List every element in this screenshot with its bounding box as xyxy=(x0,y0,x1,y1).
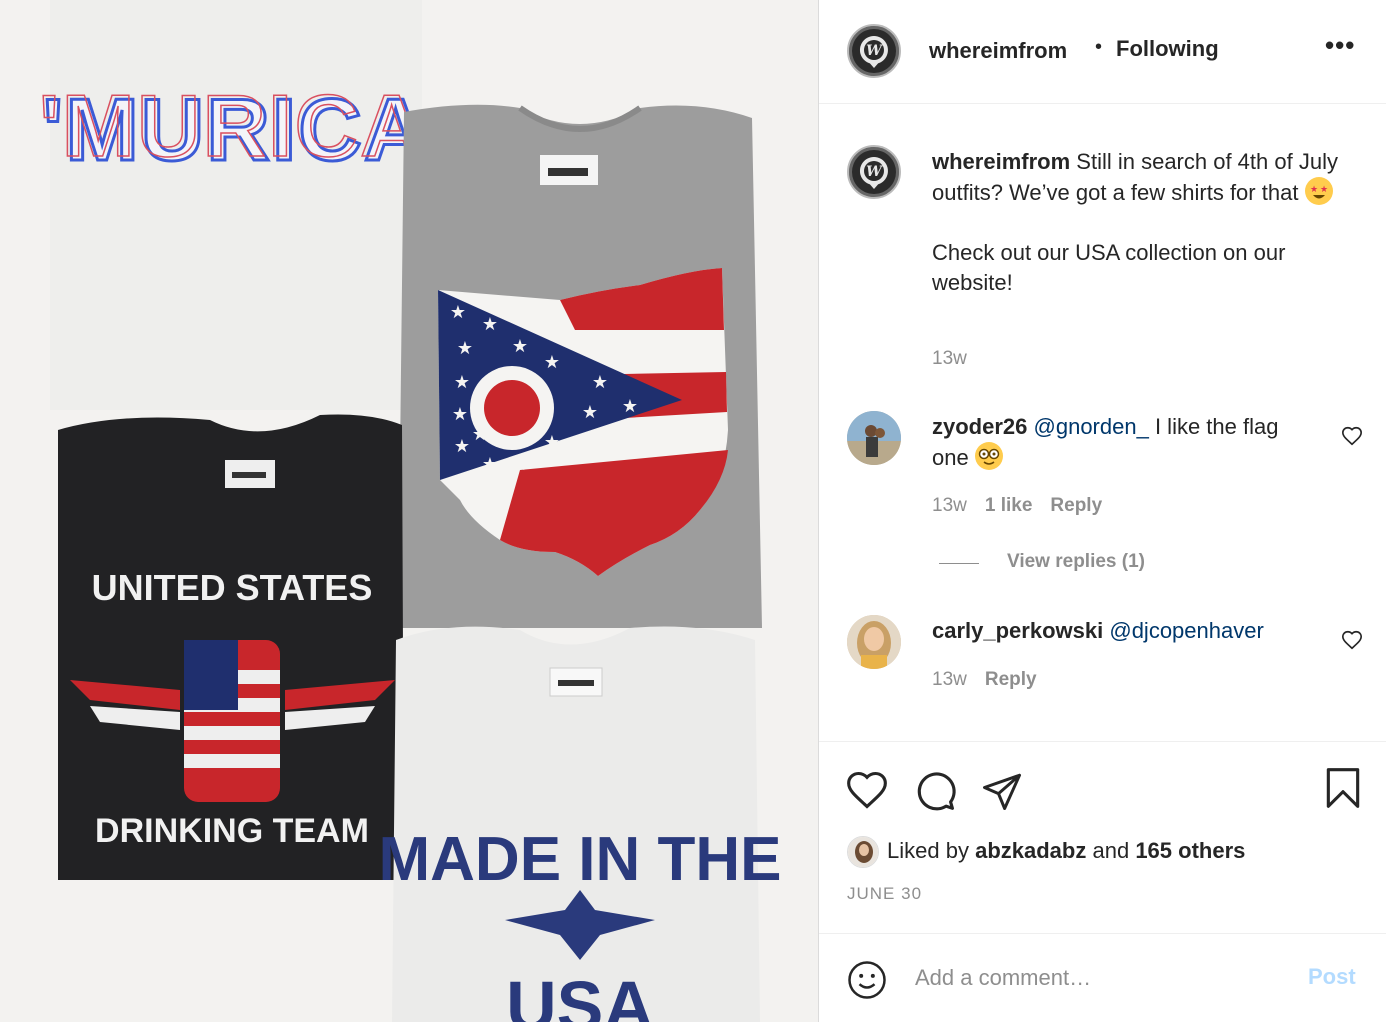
caption-time[interactable]: 13w xyxy=(932,348,967,370)
like-comment-heart-icon[interactable] xyxy=(1341,425,1363,447)
whereimfrom-logo-icon: W xyxy=(859,157,888,189)
comment-text: carly_perkowski @djcopenhaver xyxy=(932,616,1312,646)
likes-count-link[interactable]: 165 others xyxy=(1135,838,1245,863)
svg-text:★: ★ xyxy=(1310,185,1318,195)
caption-avatar[interactable]: W xyxy=(847,145,901,199)
comment-mention[interactable]: @gnorden_ xyxy=(1034,414,1149,439)
post-details-panel: W whereimfrom • Following ••• W whereimf… xyxy=(818,0,1386,1022)
commenter-avatar[interactable] xyxy=(847,615,901,669)
drinking-team-bottom-text: DRINKING TEAM xyxy=(95,812,369,850)
post-header: W whereimfrom • Following ••• xyxy=(819,0,1386,104)
svg-text:W: W xyxy=(866,43,883,59)
svg-text:★: ★ xyxy=(1320,185,1328,195)
svg-text:★: ★ xyxy=(544,432,560,453)
caption-text-line2: Check out our USA collection on our webs… xyxy=(932,240,1286,295)
caption-username[interactable]: whereimfrom xyxy=(932,149,1070,174)
svg-text:★: ★ xyxy=(592,372,608,393)
made-in-usa-text: MADE IN THE xyxy=(379,825,782,894)
user-photo-icon xyxy=(848,837,878,867)
comment-meta: 13w 1 like Reply xyxy=(932,495,1102,517)
add-comment-bar: Post xyxy=(819,933,1386,1022)
svg-text:★: ★ xyxy=(567,436,583,457)
comment-username[interactable]: carly_perkowski xyxy=(932,618,1103,643)
whereimfrom-logo-icon: W xyxy=(859,36,888,68)
svg-text:★: ★ xyxy=(472,424,488,445)
emoji-picker-icon[interactable] xyxy=(847,960,887,1000)
svg-text:★: ★ xyxy=(450,302,466,323)
like-comment-heart-icon[interactable] xyxy=(1341,629,1363,651)
nerd-face-emoji-icon xyxy=(974,442,1003,470)
svg-text:★: ★ xyxy=(512,336,528,357)
murica-shirt-text-shadow: 'MURICA xyxy=(39,76,426,175)
liker-avatar[interactable] xyxy=(847,836,879,868)
svg-text:★: ★ xyxy=(457,338,473,359)
svg-text:W: W xyxy=(866,164,883,180)
reply-button[interactable]: Reply xyxy=(1050,495,1102,516)
save-bookmark-icon[interactable] xyxy=(1321,766,1365,810)
svg-text:★: ★ xyxy=(454,436,470,457)
user-photo-icon xyxy=(847,615,901,669)
post-actions: Liked by abzkadabz and 165 others JUNE 3… xyxy=(819,741,1386,933)
comment-text: zyoder26 @gnorden_ I like the flag one xyxy=(932,412,1312,473)
comment-likes[interactable]: 1 like xyxy=(985,495,1033,516)
view-replies-divider xyxy=(939,563,979,564)
svg-text:★: ★ xyxy=(454,372,470,393)
comments-section[interactable]: W whereimfrom Still in search of 4th of … xyxy=(819,105,1386,741)
like-heart-icon[interactable] xyxy=(845,768,889,812)
murica-shirt xyxy=(50,0,422,410)
header-separator: • xyxy=(1095,36,1103,58)
post-comment-button[interactable]: Post xyxy=(1308,964,1356,990)
comment-input[interactable] xyxy=(915,956,1275,1000)
comment-bubble-icon[interactable] xyxy=(913,768,957,812)
liked-by-summary: Liked by abzkadabz and 165 others xyxy=(887,838,1245,864)
svg-text:★: ★ xyxy=(582,402,598,423)
comment-mention[interactable]: @djcopenhaver xyxy=(1109,618,1263,643)
svg-text:★: ★ xyxy=(452,404,468,425)
liked-by-and: and xyxy=(1092,838,1130,863)
comment-meta: 13w Reply xyxy=(932,669,1037,691)
commenter-avatar[interactable] xyxy=(847,411,901,465)
post-date[interactable]: JUNE 30 xyxy=(847,884,922,904)
svg-text:★: ★ xyxy=(512,454,528,475)
svg-text:★: ★ xyxy=(482,454,498,475)
svg-text:★: ★ xyxy=(542,314,558,335)
comment-time[interactable]: 13w xyxy=(932,495,967,516)
user-photo-icon xyxy=(847,411,901,465)
header-username[interactable]: whereimfrom xyxy=(929,38,1067,64)
comment-username[interactable]: zyoder26 xyxy=(932,414,1027,439)
svg-text:★: ★ xyxy=(622,396,638,417)
reply-button[interactable]: Reply xyxy=(985,669,1037,690)
usa-text: USA xyxy=(506,967,654,1022)
account-avatar[interactable]: W xyxy=(847,24,901,78)
star-struck-emoji-icon: ★ ★ xyxy=(1304,177,1333,205)
comment-time[interactable]: 13w xyxy=(932,669,967,690)
more-options-icon[interactable]: ••• xyxy=(1325,30,1355,61)
post-caption: whereimfrom Still in search of 4th of Ju… xyxy=(932,147,1372,328)
drinking-team-top-text: UNITED STATES xyxy=(92,567,373,608)
liked-by-label: Liked by xyxy=(887,838,969,863)
post-photo[interactable]: 'MURICA 'MURICA ★ ★ ★ ★ ★ ★ ★ ★ ★ ★ ★ ★ ★ ★ ★ ★ ★ xyxy=(0,0,818,1022)
liked-by-username[interactable]: abzkadabz xyxy=(975,838,1086,863)
view-replies-button[interactable]: View replies (1) xyxy=(1007,551,1145,573)
tshirt-flatlay-image: 'MURICA 'MURICA ★★★★ ★★★★ ★★★ ★ ★★★★★ UN… xyxy=(0,0,818,1022)
share-send-icon[interactable] xyxy=(981,770,1023,812)
following-button[interactable]: Following xyxy=(1116,36,1219,62)
svg-text:★: ★ xyxy=(482,314,498,335)
svg-text:★: ★ xyxy=(544,352,560,373)
